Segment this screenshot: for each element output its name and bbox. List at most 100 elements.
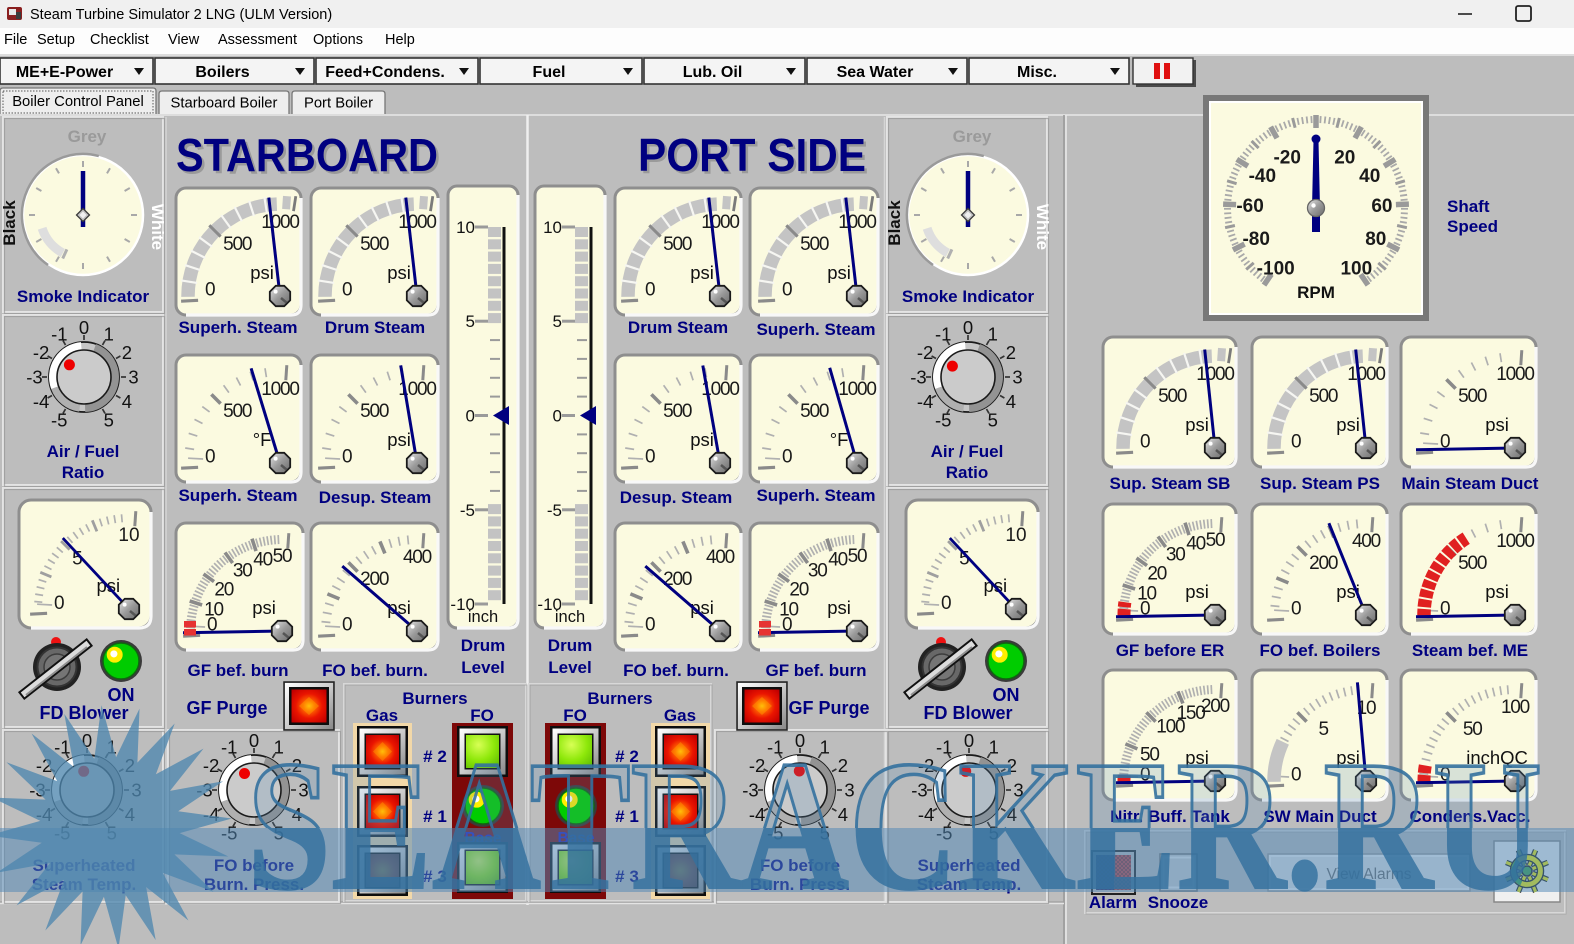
svg-text:Port Boiler: Port Boiler [304, 96, 373, 112]
svg-text:GF bef. burn: GF bef. burn [187, 661, 288, 680]
svg-text:-5: -5 [935, 409, 951, 430]
svg-text:1000: 1000 [261, 379, 299, 400]
svg-text:5: 5 [466, 312, 475, 331]
svg-text:-2: -2 [917, 342, 933, 363]
svg-text:40: 40 [1186, 533, 1205, 554]
svg-text:GF bef. burn: GF bef. burn [765, 661, 866, 680]
svg-text:RPM: RPM [1297, 283, 1335, 302]
svg-text:-1: -1 [935, 324, 951, 345]
svg-text:Grey: Grey [953, 127, 992, 146]
svg-text:GF Purge: GF Purge [186, 698, 267, 718]
svg-text:5: 5 [988, 409, 998, 430]
svg-text:Drum: Drum [548, 636, 592, 655]
svg-text:-4: -4 [33, 391, 49, 412]
svg-text:-2: -2 [33, 342, 49, 363]
svg-text:50: 50 [1206, 530, 1225, 551]
svg-text:500: 500 [663, 234, 692, 255]
svg-text:3: 3 [1012, 367, 1022, 388]
svg-text:40: 40 [253, 549, 272, 570]
svg-text:200: 200 [1309, 553, 1338, 574]
svg-text:Assessment: Assessment [218, 32, 297, 48]
svg-text:400: 400 [1352, 531, 1381, 552]
svg-text:FO bef. Boilers: FO bef. Boilers [1260, 641, 1381, 660]
svg-text:Superh. Steam: Superh. Steam [756, 486, 875, 505]
svg-text:inch: inch [468, 608, 498, 626]
svg-text:psi: psi [252, 597, 276, 618]
svg-text:200: 200 [1201, 696, 1230, 717]
svg-text:Ratio: Ratio [946, 463, 989, 482]
svg-text:1000: 1000 [1496, 364, 1534, 385]
svg-text:-3: -3 [910, 367, 926, 388]
svg-text:500: 500 [800, 401, 829, 422]
svg-text:psi: psi [387, 262, 411, 283]
svg-text:500: 500 [360, 234, 389, 255]
svg-text:Drum Steam: Drum Steam [325, 318, 425, 337]
svg-text:psi: psi [690, 262, 714, 283]
svg-text:1000: 1000 [1496, 531, 1534, 552]
svg-text:ME+E-Power: ME+E-Power [16, 64, 113, 81]
svg-text:Steam Turbine Simulator 2 LNG: Steam Turbine Simulator 2 LNG (ULM Versi… [30, 7, 332, 23]
svg-text:Shaft: Shaft [1447, 197, 1490, 216]
svg-text:0: 0 [205, 280, 216, 301]
svg-text:Ratio: Ratio [62, 463, 105, 482]
svg-text:psi: psi [827, 597, 851, 618]
svg-text:100: 100 [1501, 697, 1530, 718]
svg-text:Drum Steam: Drum Steam [628, 318, 728, 337]
svg-text:-60: -60 [1236, 196, 1263, 217]
svg-text:White: White [1033, 204, 1052, 250]
svg-text:Grey: Grey [68, 127, 107, 146]
svg-text:20: 20 [1147, 564, 1166, 585]
svg-text:1000: 1000 [701, 212, 739, 233]
svg-text:0: 0 [782, 447, 793, 468]
svg-text:FO bef. burn.: FO bef. burn. [322, 661, 428, 680]
svg-text:Options: Options [313, 32, 363, 48]
svg-text:5: 5 [104, 409, 114, 430]
svg-text:60: 60 [1371, 196, 1392, 217]
svg-text:Air / Fuel: Air / Fuel [47, 442, 120, 461]
svg-text:File: File [4, 32, 27, 48]
svg-text:10: 10 [118, 525, 139, 546]
svg-text:-1: -1 [51, 324, 67, 345]
svg-text:4: 4 [1006, 391, 1016, 412]
svg-text:3: 3 [128, 367, 138, 388]
svg-text:Checklist: Checklist [90, 32, 149, 48]
svg-text:0: 0 [205, 447, 216, 468]
svg-text:inch: inch [555, 608, 585, 626]
svg-text:ON: ON [993, 685, 1020, 705]
svg-text:-5: -5 [460, 501, 475, 520]
svg-text:20: 20 [1334, 148, 1355, 169]
svg-text:Starboard Boiler: Starboard Boiler [171, 96, 278, 112]
svg-text:FD Blower: FD Blower [39, 703, 128, 723]
svg-text:5: 5 [553, 312, 562, 331]
svg-text:0: 0 [1140, 432, 1151, 453]
svg-text:1000: 1000 [398, 212, 436, 233]
svg-text:0: 0 [342, 447, 353, 468]
svg-text:FO bef. burn.: FO bef. burn. [623, 661, 729, 680]
svg-text:psi: psi [387, 429, 411, 450]
svg-text:50: 50 [273, 546, 292, 567]
svg-text:Help: Help [385, 32, 415, 48]
svg-text:Smoke Indicator: Smoke Indicator [17, 287, 150, 306]
svg-text:50: 50 [848, 546, 867, 567]
svg-text:-80: -80 [1242, 229, 1269, 250]
svg-text:Superh. Steam: Superh. Steam [178, 318, 297, 337]
svg-text:Sup. Steam SB: Sup. Steam SB [1110, 474, 1231, 493]
svg-text:ON: ON [108, 685, 135, 705]
svg-text:Burners: Burners [402, 689, 467, 708]
svg-text:psi: psi [690, 429, 714, 450]
svg-text:-5: -5 [51, 409, 67, 430]
svg-text:psi: psi [250, 262, 274, 283]
svg-text:Black: Black [885, 200, 904, 246]
svg-text:Misc.: Misc. [1017, 64, 1057, 81]
svg-text:500: 500 [1458, 386, 1487, 407]
svg-text:1000: 1000 [1347, 364, 1385, 385]
svg-text:Speed: Speed [1447, 217, 1498, 236]
svg-text:500: 500 [800, 234, 829, 255]
svg-text:1000: 1000 [1196, 364, 1234, 385]
svg-text:1000: 1000 [838, 212, 876, 233]
svg-text:0: 0 [54, 593, 65, 614]
svg-text:0: 0 [79, 317, 89, 338]
svg-text:View: View [168, 32, 200, 48]
svg-text:500: 500 [223, 401, 252, 422]
svg-text:10: 10 [456, 218, 475, 237]
